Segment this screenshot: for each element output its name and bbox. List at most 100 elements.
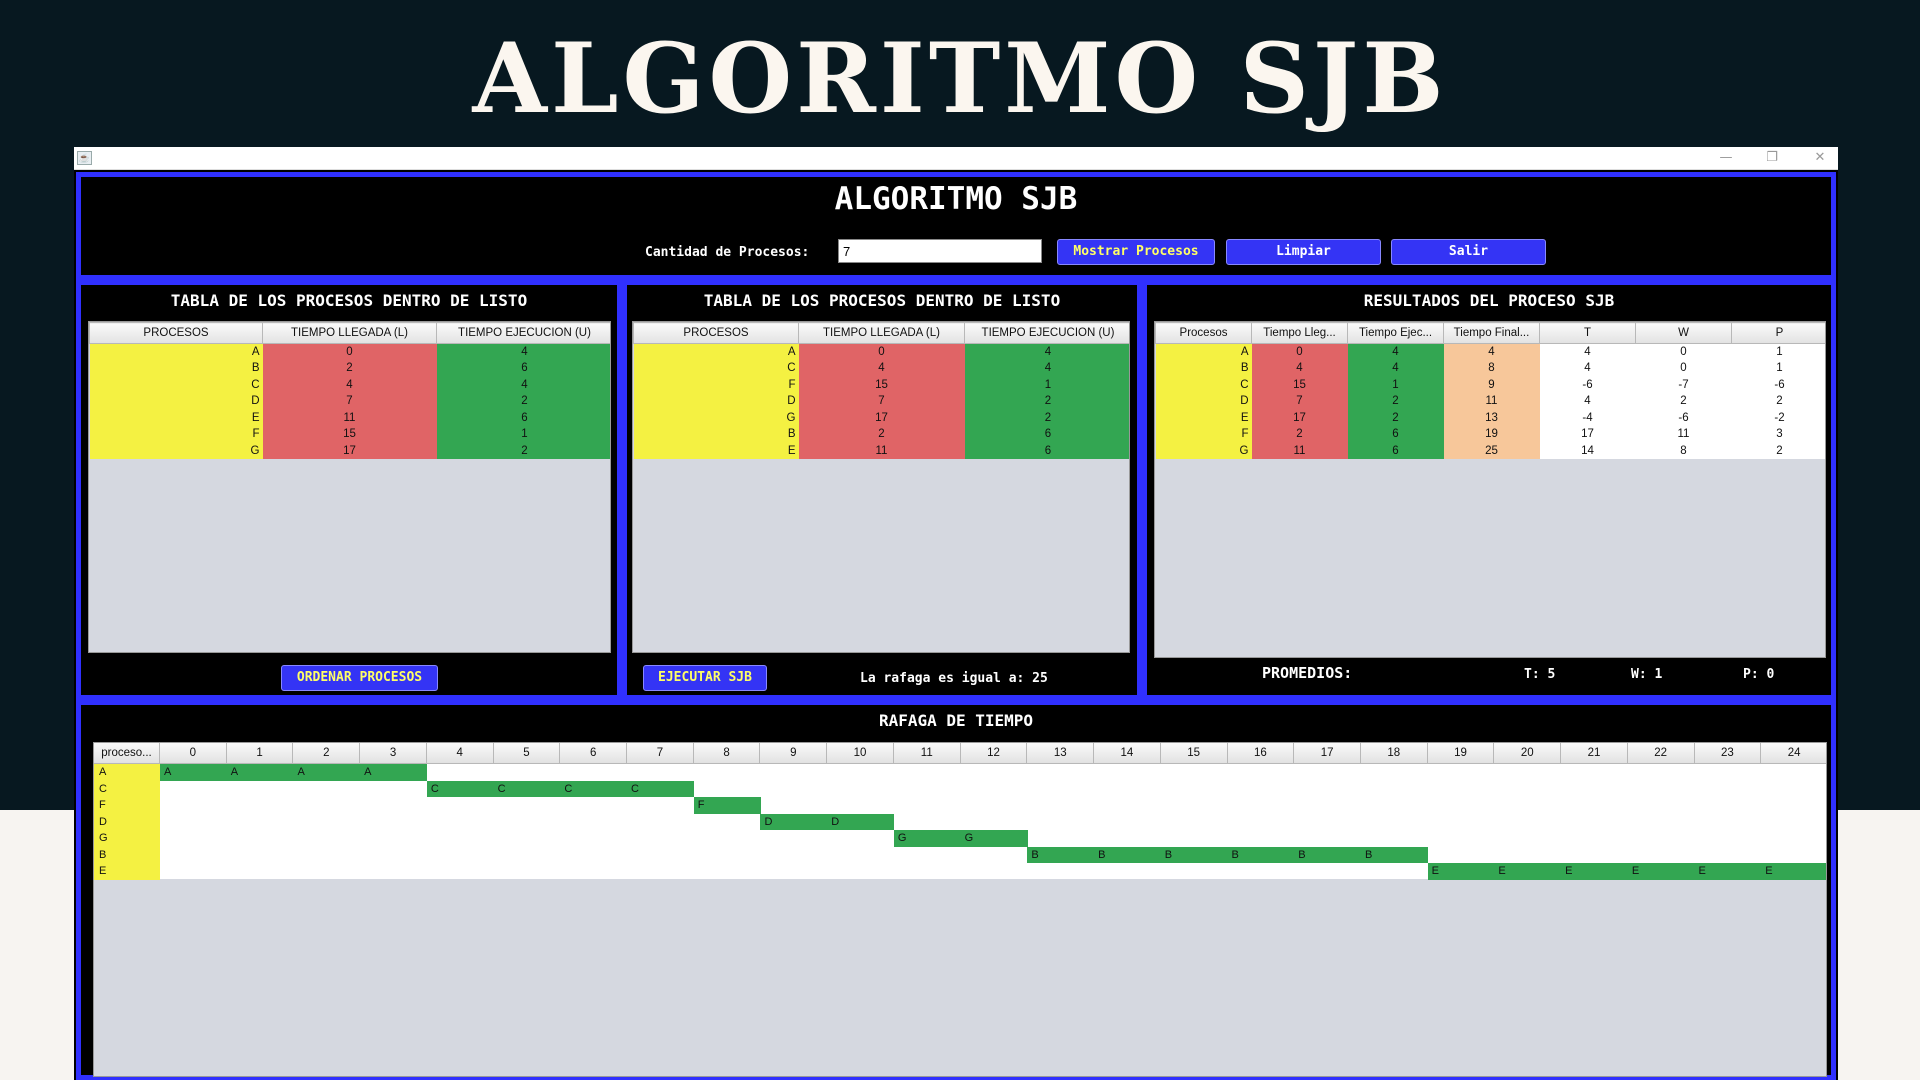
table-cell[interactable]: 1 <box>1347 376 1444 393</box>
table-cell[interactable]: C <box>633 360 799 377</box>
table-row[interactable]: B26 <box>89 360 610 377</box>
table-cell[interactable]: 2 <box>964 409 1129 426</box>
table-row[interactable]: E 11 6 <box>633 442 1129 459</box>
table-cell[interactable]: 2 <box>1731 393 1825 410</box>
table-cell[interactable]: 11 <box>262 409 437 426</box>
table-cell[interactable]: 15 <box>1251 376 1348 393</box>
table-cell[interactable]: 2 <box>262 360 437 377</box>
table-cell[interactable]: 4 <box>1347 343 1444 360</box>
gantt-time-header[interactable]: 19 <box>1427 743 1495 764</box>
table-cell[interactable]: 6 <box>964 426 1129 443</box>
table-cell[interactable]: 2 <box>1635 393 1732 410</box>
table-cell[interactable]: -7 <box>1635 376 1732 393</box>
salir-button[interactable]: Salir <box>1391 239 1546 265</box>
resultados-table[interactable]: Procesos Tiempo Lleg... Tiempo Ejec... T… <box>1154 321 1826 658</box>
table-row[interactable]: B26 <box>633 426 1129 443</box>
table-cell[interactable]: 0 <box>1635 343 1732 360</box>
table-cell[interactable]: F <box>89 426 263 443</box>
table-cell[interactable]: G <box>89 442 263 459</box>
table-cell[interactable]: A <box>1155 343 1252 360</box>
table-cell[interactable]: 6 <box>1347 442 1444 459</box>
table-row[interactable]: B448401 <box>1155 360 1825 377</box>
table-cell[interactable]: 0 <box>1251 343 1348 360</box>
col-header[interactable]: TIEMPO EJECUCION (U) <box>436 322 610 344</box>
gantt-time-header[interactable]: 0 <box>160 743 227 764</box>
table-cell[interactable]: 2 <box>1347 409 1444 426</box>
table-cell[interactable]: 4 <box>1443 343 1540 360</box>
table-cell[interactable]: 9 <box>1443 376 1540 393</box>
table-cell[interactable]: A <box>633 343 799 360</box>
table-cell[interactable]: 4 <box>436 343 610 360</box>
table-cell[interactable]: 2 <box>1347 393 1444 410</box>
table-cell[interactable]: 4 <box>1539 393 1636 410</box>
table-row[interactable]: G 17 2 <box>89 442 610 459</box>
table-cell[interactable]: D <box>89 393 263 410</box>
table-cell[interactable]: 0 <box>262 343 437 360</box>
col-header[interactable]: Procesos <box>1155 322 1252 344</box>
table-cell[interactable]: 4 <box>262 376 437 393</box>
gantt-time-header[interactable]: 8 <box>693 743 761 764</box>
close-icon[interactable]: ✕ <box>1806 149 1834 167</box>
minimize-icon[interactable]: — <box>1712 149 1740 167</box>
col-header[interactable]: TIEMPO LLEGADA (L) <box>798 322 965 344</box>
table-row[interactable]: F 15 1 <box>633 376 1129 393</box>
gantt-time-header[interactable]: 9 <box>760 743 828 764</box>
table-cell[interactable]: 19 <box>1443 426 1540 443</box>
gantt-time-header[interactable]: 10 <box>827 743 894 764</box>
table-cell[interactable]: 11 <box>1443 393 1540 410</box>
table-cell[interactable]: 4 <box>1539 343 1636 360</box>
table-cell[interactable]: 4 <box>436 376 610 393</box>
ejecutar-sjb-button[interactable]: EJECUTAR SJB <box>643 665 767 691</box>
table-cell[interactable]: 17 <box>1539 426 1636 443</box>
table-cell[interactable]: E <box>89 409 263 426</box>
col-header[interactable]: Tiempo Ejec... <box>1347 322 1444 344</box>
table-cell[interactable]: 2 <box>1731 442 1825 459</box>
table-cell[interactable]: C <box>89 376 263 393</box>
gantt-time-header[interactable]: 5 <box>493 743 561 764</box>
table-cell[interactable]: 25 <box>1443 442 1540 459</box>
table-row[interactable]: D72 <box>633 393 1129 410</box>
table-row[interactable]: A04 <box>633 343 1129 360</box>
table-cell[interactable]: 1 <box>1731 360 1825 377</box>
gantt-time-header[interactable]: 15 <box>1160 743 1228 764</box>
table-cell[interactable]: 6 <box>436 360 610 377</box>
table-cell[interactable]: -6 <box>1539 376 1636 393</box>
table-cell[interactable]: 2 <box>1251 426 1348 443</box>
gantt-time-header[interactable]: 12 <box>960 743 1028 764</box>
gantt-time-header[interactable]: 18 <box>1360 743 1428 764</box>
table-cell[interactable]: A <box>89 343 263 360</box>
table-cell[interactable]: G <box>633 409 799 426</box>
table-cell[interactable]: -6 <box>1635 409 1732 426</box>
table-cell[interactable]: 8 <box>1443 360 1540 377</box>
table-row[interactable]: E 11 6 <box>89 409 610 426</box>
gantt-time-header[interactable]: 4 <box>426 743 494 764</box>
table-row[interactable]: C44 <box>89 376 610 393</box>
table-cell[interactable]: 15 <box>262 426 437 443</box>
table-cell[interactable]: 4 <box>964 343 1129 360</box>
table-cell[interactable]: 11 <box>1635 426 1732 443</box>
table-cell[interactable]: 7 <box>262 393 437 410</box>
table-row[interactable]: A04 <box>89 343 610 360</box>
table-cell[interactable]: B <box>89 360 263 377</box>
table-cell[interactable]: -2 <box>1731 409 1825 426</box>
table-cell[interactable]: 4 <box>1539 360 1636 377</box>
gantt-time-header[interactable]: 6 <box>560 743 628 764</box>
table-cell[interactable]: E <box>633 442 799 459</box>
table-cell[interactable]: 15 <box>798 376 965 393</box>
table-row[interactable]: D72 <box>89 393 610 410</box>
col-header[interactable]: T <box>1539 322 1636 344</box>
col-header[interactable]: Tiempo Final... <box>1443 322 1540 344</box>
table-cell[interactable]: 11 <box>798 442 965 459</box>
table-cell[interactable]: 11 <box>1251 442 1348 459</box>
table-cell[interactable]: 1 <box>964 376 1129 393</box>
table-cell[interactable]: 17 <box>262 442 437 459</box>
col-header[interactable]: TIEMPO LLEGADA (L) <box>262 322 437 344</box>
table-cell[interactable]: D <box>1155 393 1252 410</box>
gantt-time-header[interactable]: 13 <box>1027 743 1095 764</box>
table-cell[interactable]: 4 <box>1347 360 1444 377</box>
gantt-time-header[interactable]: 11 <box>893 743 961 764</box>
gantt-time-header[interactable]: 14 <box>1094 743 1161 764</box>
table-cell[interactable]: 17 <box>1251 409 1348 426</box>
procesos-table[interactable]: PROCESOS TIEMPO LLEGADA (L) TIEMPO EJECU… <box>88 321 611 653</box>
col-header[interactable]: P <box>1731 322 1825 344</box>
